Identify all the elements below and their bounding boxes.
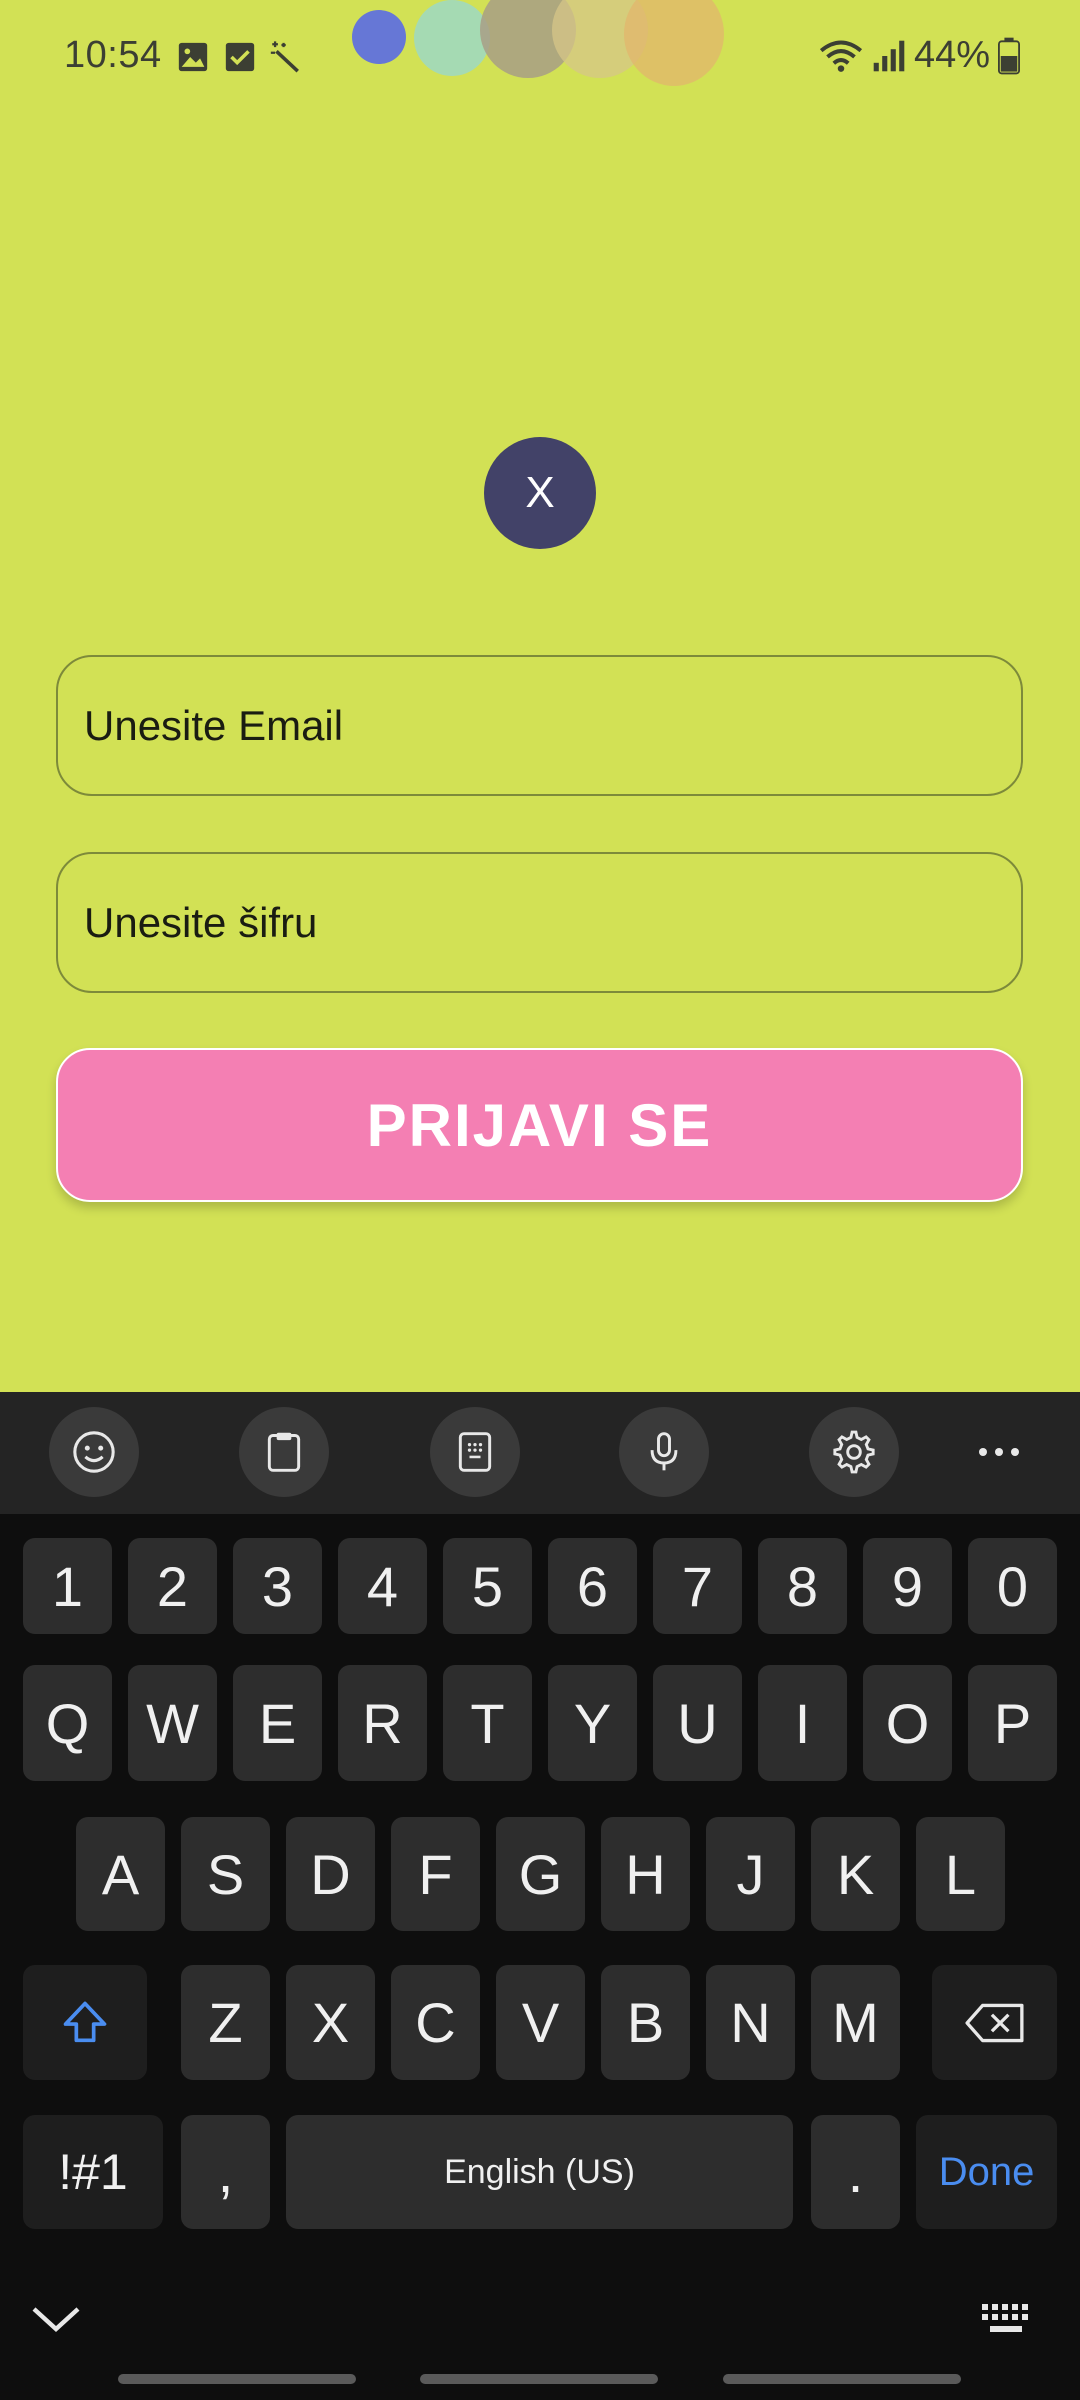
key-n[interactable]: N [706,1965,795,2080]
key-0[interactable]: 0 [968,1538,1057,1634]
email-field-container[interactable] [56,655,1023,796]
hide-keyboard-icon[interactable] [30,2302,82,2336]
key-o[interactable]: O [863,1665,952,1781]
key-c[interactable]: C [391,1965,480,2080]
key-1[interactable]: 1 [23,1538,112,1634]
key-p[interactable]: P [968,1665,1057,1781]
period-key[interactable]: . [811,2115,900,2229]
status-bar: 10:54 44% [0,0,1080,120]
emoji-button[interactable] [49,1407,139,1497]
key-d[interactable]: D [286,1817,375,1931]
nav-gesture-recents[interactable] [723,2374,961,2384]
battery-percent: 44% [913,34,990,76]
battery-icon [998,37,1020,74]
avatar: X [484,437,596,549]
more-options-button[interactable] [954,1407,1044,1497]
key-s[interactable]: S [181,1817,270,1931]
keyboard-toolbar [0,1392,1080,1514]
wifi-icon [819,40,862,72]
decorative-bubble [624,0,724,86]
email-field[interactable] [84,701,1021,750]
decorative-bubble [414,0,490,76]
key-7[interactable]: 7 [653,1538,742,1634]
key-e[interactable]: E [233,1665,322,1781]
key-2[interactable]: 2 [128,1538,217,1634]
key-r[interactable]: R [338,1665,427,1781]
key-k[interactable]: K [811,1817,900,1931]
password-field-container[interactable] [56,852,1023,993]
nav-gesture-back[interactable] [118,2374,356,2384]
nav-gesture-home[interactable] [420,2374,658,2384]
keypad-icon [458,1432,492,1472]
clipboard-button[interactable] [239,1407,329,1497]
key-4[interactable]: 4 [338,1538,427,1634]
gallery-icon [178,42,208,72]
keypad-button[interactable] [430,1407,520,1497]
shift-icon [63,2001,107,2042]
key-m[interactable]: M [811,1965,900,2080]
microphone-button[interactable] [619,1407,709,1497]
key-z[interactable]: Z [181,1965,270,2080]
settings-button[interactable] [809,1407,899,1497]
key-v[interactable]: V [496,1965,585,2080]
more-icon [979,1448,1019,1456]
microphone-icon [650,1432,678,1471]
key-g[interactable]: G [496,1817,585,1931]
key-b[interactable]: B [601,1965,690,2080]
key-f[interactable]: F [391,1817,480,1931]
login-button[interactable]: PRIJAVI SE [56,1048,1023,1202]
backspace-key[interactable] [932,1965,1057,2080]
done-key[interactable]: Done [916,2115,1057,2229]
clipboard-icon [267,1432,301,1472]
key-9[interactable]: 9 [863,1538,952,1634]
comma-key[interactable]: , [181,2115,270,2229]
key-y[interactable]: Y [548,1665,637,1781]
magic-wand-icon [270,41,299,73]
key-h[interactable]: H [601,1817,690,1931]
key-t[interactable]: T [443,1665,532,1781]
symbols-key[interactable]: !#1 [23,2115,163,2229]
key-l[interactable]: L [916,1817,1005,1931]
status-right: 44% [818,34,1020,77]
checkbox-icon [225,42,255,72]
key-3[interactable]: 3 [233,1538,322,1634]
signal-icon [873,40,905,71]
key-a[interactable]: A [76,1817,165,1931]
key-w[interactable]: W [128,1665,217,1781]
key-x[interactable]: X [286,1965,375,2080]
emoji-icon [73,1431,115,1473]
decorative-bubble [352,10,406,64]
key-i[interactable]: I [758,1665,847,1781]
gear-icon [833,1430,875,1474]
status-time: 10:54 [64,34,162,76]
backspace-icon [964,2003,1024,2042]
key-q[interactable]: Q [23,1665,112,1781]
key-6[interactable]: 6 [548,1538,637,1634]
key-8[interactable]: 8 [758,1538,847,1634]
key-5[interactable]: 5 [443,1538,532,1634]
space-key[interactable]: English (US) [286,2115,793,2229]
password-field[interactable] [84,898,1021,947]
key-u[interactable]: U [653,1665,742,1781]
key-j[interactable]: J [706,1817,795,1931]
keyboard: 1 2 3 4 5 6 7 8 9 0 Q W E R T Y U I O P … [0,1392,1080,2400]
keyboard-switch-icon[interactable] [980,2302,1036,2338]
shift-key[interactable] [23,1965,147,2080]
